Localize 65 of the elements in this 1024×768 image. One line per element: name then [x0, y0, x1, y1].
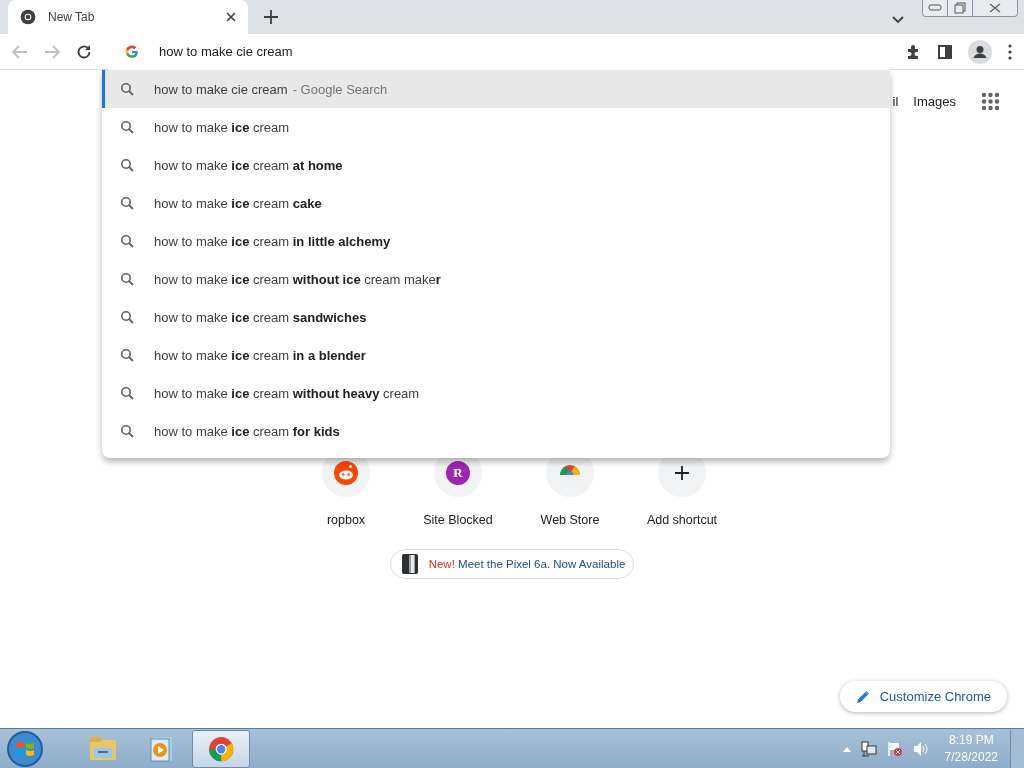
close-icon — [988, 3, 1002, 13]
suggestion-item[interactable]: how to make ice cream for kids — [102, 412, 890, 450]
shortcut-label[interactable]: ropbox — [326, 513, 366, 527]
minimize-icon — [928, 4, 942, 12]
search-icon — [120, 424, 134, 438]
reload-icon[interactable] — [76, 43, 92, 60]
suggestion-item[interactable]: how to make ice cream without heavy cream — [102, 374, 890, 412]
taskbar-app[interactable] — [192, 729, 250, 768]
suggestion-text: how to make ice cream sandwiches — [154, 309, 367, 325]
close-icon[interactable] — [224, 10, 238, 24]
side-panel-icon[interactable] — [938, 44, 952, 59]
suggestion-text: how to make ice cream — [154, 119, 290, 135]
start-orb-icon[interactable] — [6, 729, 44, 768]
shortcut-label[interactable]: Site Blocked — [423, 513, 493, 527]
search-icon — [120, 310, 134, 324]
suggestion-hint: - Google Search — [292, 81, 388, 97]
suggestion-item[interactable]: how to make ice cream in little alchemy — [102, 222, 890, 260]
suggestion-item[interactable]: how to make ice cream without ice cream maker — [102, 260, 890, 298]
plus-icon — [675, 466, 689, 480]
suggestion-text: how to make ice cream in a blender — [154, 347, 366, 363]
back-arrow-icon — [12, 44, 28, 59]
search-icon — [120, 82, 134, 96]
header-link[interactable]: il — [892, 94, 899, 109]
forward-arrow-icon — [44, 44, 60, 59]
header-link[interactable]: Images — [913, 94, 956, 109]
suggestion-item[interactable]: how to make ice cream in a blender — [102, 336, 890, 374]
tab-title: New Tab — [48, 10, 96, 24]
letter-avatar: R — [446, 461, 470, 485]
google-icon — [125, 44, 139, 59]
flag-error-icon[interactable] — [886, 740, 903, 757]
suggestion-item[interactable]: how to make ice cream cake — [102, 184, 890, 222]
pencil-icon — [855, 689, 870, 704]
suggestion-text: how to make ice cream at home — [154, 157, 343, 173]
suggestion-text: how to make ice cream in little alchemy — [154, 233, 391, 249]
chrome-icon — [20, 9, 36, 25]
suggestion-item[interactable]: how to make ice cream at home — [102, 146, 890, 184]
search-icon — [120, 196, 134, 210]
suggestion-text: how to make ice cream without heavy cream — [154, 385, 420, 401]
alien-icon — [334, 461, 358, 485]
chevron-down-icon[interactable] — [892, 16, 904, 24]
search-icon — [120, 272, 134, 286]
search-icon — [120, 348, 134, 362]
menu-icon[interactable] — [1008, 43, 1012, 60]
profile-avatar-icon[interactable] — [968, 39, 992, 64]
shortcut-label[interactable]: Add shortcut — [646, 513, 718, 527]
suggestion-text: how to make ice cream without ice cream maker — [154, 271, 441, 287]
apps-grid-icon[interactable] — [981, 92, 1000, 111]
new-tab-icon[interactable] — [264, 10, 278, 24]
promo-text: New! Meet the Pixel 6a. Now Available — [428, 558, 626, 570]
suggestion-text: how to make ice cream for kids — [154, 423, 340, 439]
suggestion-text: how to make cie cream — [154, 81, 288, 97]
shortcut-label[interactable]: Web Store — [540, 513, 600, 527]
browser-tab[interactable]: New Tab — [8, 0, 248, 34]
search-icon — [120, 158, 134, 172]
suggestion-item[interactable]: how to make ice cream — [102, 108, 890, 146]
phone-icon — [400, 553, 419, 575]
suggestion-text: how to make ice cream cake — [154, 195, 322, 211]
search-icon — [120, 234, 134, 248]
address-text: how to make cie cream — [159, 44, 293, 59]
network-icon[interactable] — [860, 740, 877, 757]
search-icon — [120, 386, 134, 400]
suggestion-item[interactable]: how to make ice cream sandwiches — [102, 298, 890, 336]
customize-button[interactable]: Customize Chrome — [839, 681, 1007, 712]
search-icon — [120, 120, 134, 134]
suggestion-item[interactable]: how to make cie cream - Google Search — [102, 70, 890, 108]
